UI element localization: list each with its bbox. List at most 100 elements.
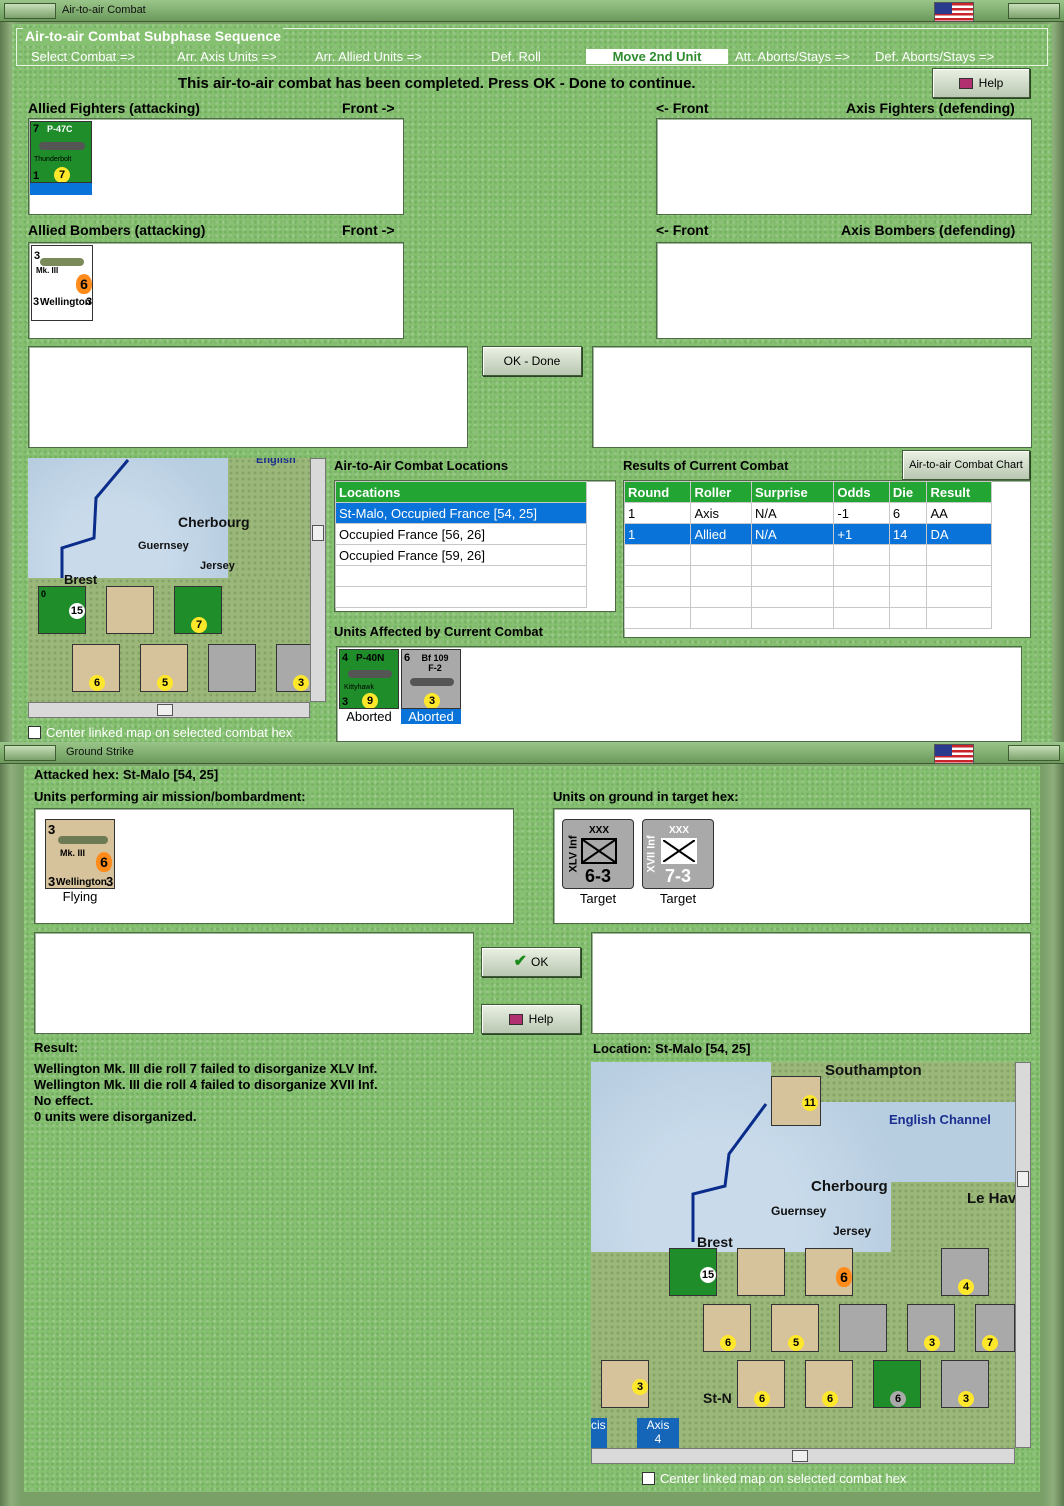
results-table-box[interactable]: Round Roller Surprise Odds Die Result 1 … xyxy=(623,480,1031,638)
map-label-cherbourg: Cherbourg xyxy=(811,1178,888,1195)
table-row[interactable] xyxy=(623,586,992,608)
tab-label: Axis xyxy=(646,1418,670,1432)
map-counter-beaufort[interactable]: 11 xyxy=(771,1076,821,1126)
affected-units-box[interactable]: 4 P-40N Kittyhawk 3 9 Aborted 6 Bf 109 F… xyxy=(336,646,1022,742)
ground-counter-xvii-inf[interactable]: XVII Inf XXX 7-3 xyxy=(642,819,714,889)
counter-bottom-right: 3 xyxy=(86,296,93,308)
location-item[interactable] xyxy=(335,586,587,608)
fighter-counter-p47c[interactable]: 7 P-47C Thunderbolt 1 7 xyxy=(30,121,92,183)
counter-value: 3 xyxy=(924,1335,940,1351)
center-map-label: Center linked map on selected combat hex xyxy=(660,1471,907,1486)
map-tab-axis[interactable]: Axis 4 xyxy=(637,1418,679,1448)
map-counter-xxi-inf[interactable] xyxy=(208,644,256,692)
location-item[interactable]: St-Malo, Occupied France [54, 25] xyxy=(335,502,587,524)
location-item[interactable]: Occupied France [59, 26] xyxy=(335,544,587,566)
title-bar[interactable]: Air-to-air Combat xyxy=(0,0,1064,22)
counter-sub: Kittyhawk xyxy=(344,684,374,691)
ground-status: Target xyxy=(579,891,617,906)
map-counter-bf109-f4[interactable]: 3 xyxy=(907,1304,955,1352)
tab-count: 4 xyxy=(654,1432,662,1446)
locations-list[interactable]: Locations St-Malo, Occupied France [54, … xyxy=(334,480,616,612)
left-message-box xyxy=(28,346,468,448)
scroll-thumb[interactable] xyxy=(312,525,324,541)
cell: 1 xyxy=(623,502,692,524)
window-title: Ground Strike xyxy=(66,746,134,758)
table-row[interactable]: 1 Allied N/A +1 14 DA xyxy=(623,523,992,545)
unit-side: XLV Inf xyxy=(567,835,580,873)
help-button[interactable]: Help xyxy=(481,1004,581,1034)
map-counter-hurricane[interactable]: 6 xyxy=(805,1360,853,1408)
ground-counter-xlv-inf[interactable]: XLV Inf XXX 6-3 xyxy=(562,819,634,889)
map-counter-skytrain[interactable]: 15 xyxy=(669,1248,717,1296)
table-row[interactable] xyxy=(623,565,992,587)
map-horizontal-scrollbar[interactable] xyxy=(28,702,310,718)
map-counter-xxi-inf[interactable] xyxy=(839,1304,887,1352)
map-counter-bf109-f2[interactable]: 3 xyxy=(941,1360,989,1408)
ok-done-button[interactable]: OK - Done xyxy=(482,346,582,376)
table-row[interactable] xyxy=(623,607,992,629)
step-att-aborts: Att. Aborts/Stays => xyxy=(735,49,850,64)
help-button[interactable]: Help xyxy=(932,68,1030,98)
allied-fighters-box[interactable]: 7 P-47C Thunderbolt 1 7 xyxy=(28,118,404,215)
counter-sub: Thunderbolt xyxy=(34,156,72,163)
axis-bombers-box[interactable] xyxy=(656,242,1032,339)
linked-map[interactable]: Cherbourg Guernsey Jersey Brest English … xyxy=(28,458,310,702)
map-counter-p47c[interactable]: 7 xyxy=(174,586,222,634)
center-map-checkbox[interactable] xyxy=(28,726,41,739)
map-tab-left[interactable]: cis xyxy=(591,1418,607,1448)
axis-bombers-label: Axis Bombers (defending) xyxy=(841,222,1016,238)
map-counter-typhoon[interactable]: 6 xyxy=(737,1360,785,1408)
performing-units-box[interactable]: 3 Mk. III 6 3 Wellington 3 Flying xyxy=(34,808,514,924)
table-row[interactable] xyxy=(623,544,992,566)
scroll-thumb[interactable] xyxy=(792,1450,808,1462)
title-bar[interactable]: Ground Strike xyxy=(0,742,1064,764)
attacked-hex-label: Attacked hex: St-Malo [54, 25] xyxy=(34,767,219,782)
map-counter-albacore[interactable]: 3 xyxy=(601,1360,649,1408)
counter-name: Mk. III xyxy=(60,848,86,858)
location-item[interactable]: Occupied France [56, 26] xyxy=(335,523,587,545)
bomber-counter-wellington[interactable]: 3 Mk. III 6 3 Wellington 3 xyxy=(31,245,93,321)
map-label-english: English xyxy=(256,458,296,466)
map-counter-ix-arm[interactable] xyxy=(106,586,154,634)
map-counter-whirlwind[interactable]: 6 xyxy=(703,1304,751,1352)
result-line: No effect. xyxy=(34,1093,94,1108)
map-counter-whirlwind[interactable]: 6 xyxy=(72,644,120,692)
allied-bombers-box[interactable]: 3 Mk. III 6 3 Wellington 3 xyxy=(28,242,404,339)
counter-top: 0 xyxy=(41,589,47,599)
ok-button[interactable]: ✔ OK xyxy=(481,947,581,977)
map-counter-spitfire[interactable]: 5 xyxy=(771,1304,819,1352)
linked-map[interactable]: Southampton English Channel Cherbourg Le… xyxy=(591,1062,1015,1448)
affected-counter-p40n[interactable]: 4 P-40N Kittyhawk 3 9 xyxy=(339,649,399,709)
map-counter-p38h[interactable]: 6 xyxy=(873,1360,921,1408)
step-move-2nd-unit: Move 2nd Unit xyxy=(586,49,728,64)
map-vertical-scrollbar[interactable] xyxy=(1015,1062,1031,1448)
map-counter-he100[interactable]: 4 xyxy=(941,1248,989,1296)
axis-fighters-box[interactable] xyxy=(656,118,1032,215)
axis-fighters-label: Axis Fighters (defending) xyxy=(846,100,1015,116)
scroll-thumb[interactable] xyxy=(157,704,173,716)
map-horizontal-scrollbar[interactable] xyxy=(591,1448,1015,1464)
location-item[interactable] xyxy=(335,565,587,587)
ground-units-box[interactable]: XLV Inf XXX 6-3 Target XVII Inf XXX 7-3 … xyxy=(553,808,1031,924)
plane-icon xyxy=(410,678,454,686)
map-counter-ix-arm[interactable] xyxy=(737,1248,785,1296)
map-counter-ju88c[interactable]: 7 xyxy=(975,1304,1015,1352)
map-counter-spitfire[interactable]: 5 xyxy=(140,644,188,692)
table-row[interactable]: 1 Axis N/A -1 6 AA xyxy=(623,502,992,524)
counter-sub: Wellington xyxy=(40,297,91,308)
map-label-st-malo: St-N xyxy=(703,1390,732,1406)
performing-counter-wellington[interactable]: 3 Mk. III 6 3 Wellington 3 xyxy=(45,819,115,889)
affected-counter-bf109[interactable]: 6 Bf 109 F-2 3 xyxy=(401,649,461,709)
map-counter-skytrain[interactable]: 0 15 xyxy=(38,586,86,634)
counter-name: Bf 109 F-2 xyxy=(421,653,449,673)
unit-size: XXX xyxy=(589,825,610,836)
scroll-thumb[interactable] xyxy=(1017,1171,1029,1187)
center-map-checkbox[interactable] xyxy=(642,1472,655,1485)
map-counter-wellington[interactable]: 6 xyxy=(805,1248,853,1296)
counter-bottom-left: 3 xyxy=(48,874,56,889)
results-header: Roller xyxy=(690,481,752,503)
map-counter-bf109[interactable]: 3 xyxy=(276,644,310,692)
results-header: Die xyxy=(888,481,928,503)
map-vertical-scrollbar[interactable] xyxy=(310,458,326,702)
combat-chart-button[interactable]: Air-to-air Combat Chart xyxy=(902,450,1030,480)
